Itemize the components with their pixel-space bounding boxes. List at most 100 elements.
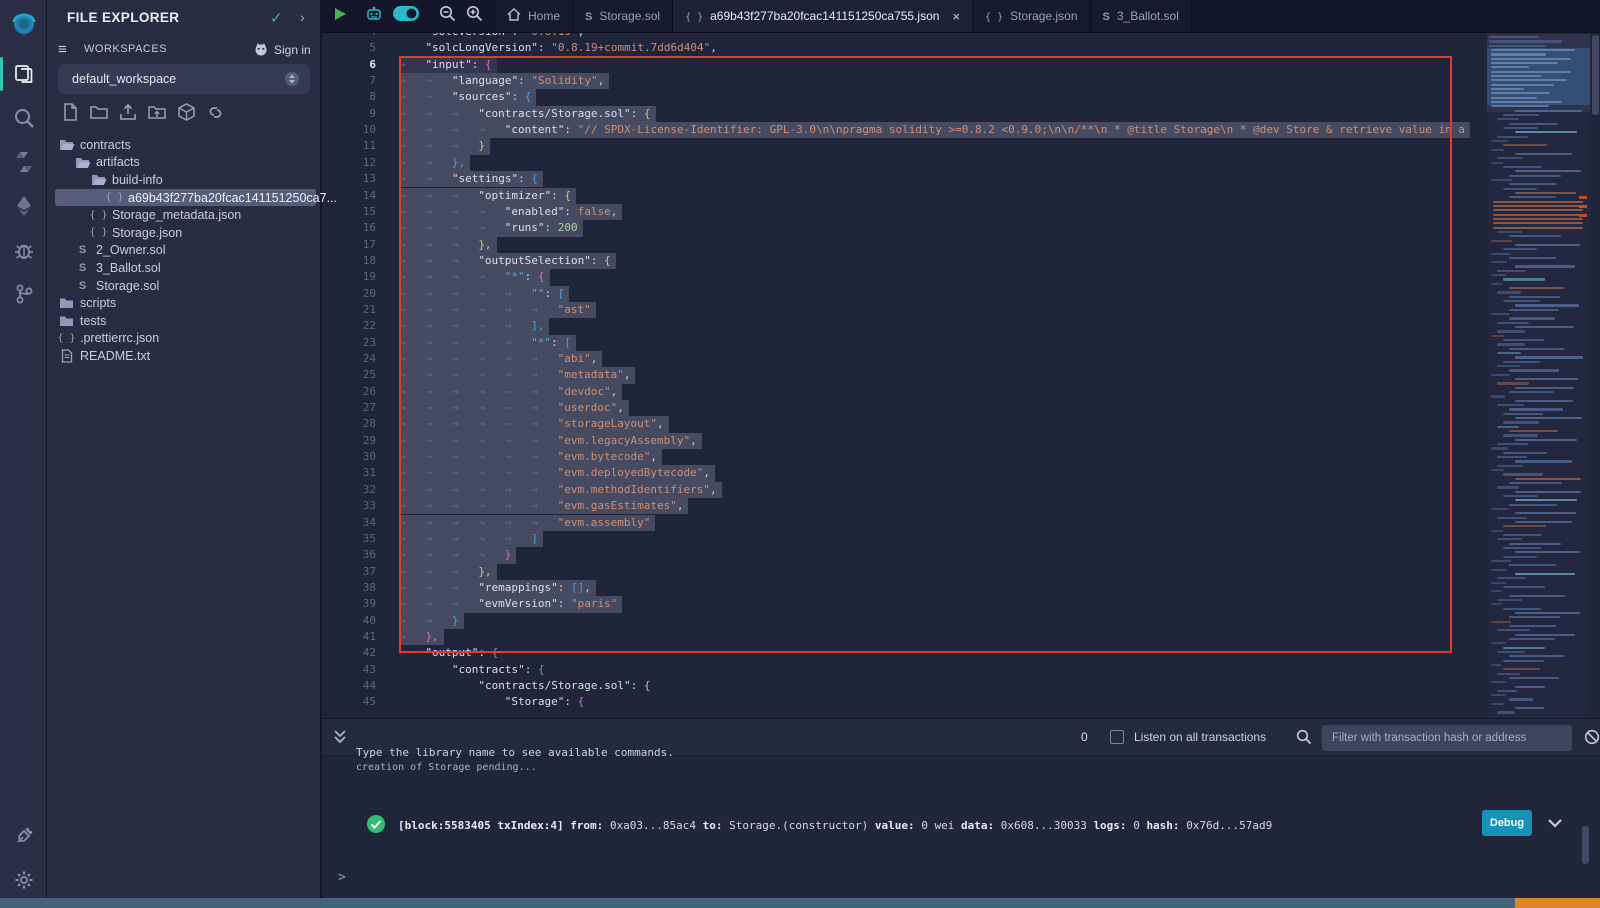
minimap-line: [1491, 261, 1507, 263]
minimap-line: [1497, 456, 1527, 458]
transaction-filter-input[interactable]: [1322, 725, 1572, 751]
minimap-line: [1515, 686, 1545, 688]
link-icon[interactable]: [205, 102, 225, 122]
tab-3-ballot-sol[interactable]: S3_Ballot.sol: [1091, 0, 1192, 32]
tree-item-contracts[interactable]: contracts: [47, 136, 322, 154]
minimap-line: [1497, 577, 1526, 579]
minimap-line: [1515, 244, 1580, 246]
minimap-line: [1497, 343, 1525, 345]
upload-file-icon[interactable]: [118, 102, 138, 122]
line-number: 30: [322, 449, 376, 465]
editor-scrollbar[interactable]: [1592, 35, 1599, 115]
json-icon: { }: [90, 227, 107, 238]
deploy-run-icon[interactable]: [0, 186, 47, 226]
listen-checkbox[interactable]: [1110, 730, 1124, 744]
tree-item-2-owner-sol[interactable]: S2_Owner.sol: [47, 242, 322, 260]
minimap-line: [1497, 443, 1528, 445]
minimap-line: [1515, 478, 1581, 480]
hamburger-icon[interactable]: ≡: [58, 41, 67, 58]
transaction-row[interactable]: [block:5583405 txIndex:4] from: 0xa03...…: [322, 812, 1600, 842]
tree-item-tests[interactable]: tests: [47, 312, 322, 330]
minimap-line: [1515, 304, 1579, 306]
git-icon[interactable]: [0, 274, 47, 314]
code-line-8: →→"sources": {: [399, 89, 1487, 105]
tree-item-3-ballot-sol[interactable]: S3_Ballot.sol: [47, 259, 322, 277]
listen-label[interactable]: Listen on all transactions: [1134, 730, 1266, 744]
tab-a69b43f277ba20fcac141151250ca755-json[interactable]: { }a69b43f277ba20fcac141151250ca755.json…: [673, 0, 973, 32]
minimap[interactable]: [1487, 33, 1590, 718]
line-number: 36: [322, 547, 376, 563]
line-number: 21: [322, 302, 376, 318]
code-line-31: →→→→→→"evm.deployedBytecode",: [399, 465, 1487, 481]
minimap-line: [1515, 512, 1576, 514]
status-alert-badge[interactable]: [1515, 898, 1600, 908]
tree-item-readme-txt[interactable]: README.txt: [47, 347, 322, 365]
tab-home[interactable]: Home: [495, 0, 573, 32]
transaction-count: 0: [1081, 730, 1088, 744]
minimap-line: [1491, 469, 1504, 471]
tree-item-label: Storage_metadata.json: [112, 208, 241, 222]
tree-item-artifacts[interactable]: artifacts: [47, 154, 322, 172]
minimap-line: [1503, 660, 1544, 662]
upload-folder-icon[interactable]: [147, 102, 167, 122]
line-number: 37: [322, 564, 376, 580]
debugger-icon[interactable]: [0, 230, 47, 270]
debug-button[interactable]: Debug: [1482, 810, 1532, 836]
minimap-line: [1491, 530, 1503, 532]
terminal-prompt[interactable]: >: [338, 870, 346, 885]
ai-assistant-icon[interactable]: [365, 5, 383, 28]
minimap-line: [1509, 616, 1560, 618]
minimap-line: [1509, 625, 1556, 627]
minimap-line: [1509, 430, 1558, 432]
run-script-icon[interactable]: [334, 7, 347, 26]
clear-terminal-icon[interactable]: [1584, 729, 1600, 750]
minimap-line: [1515, 612, 1580, 614]
chevron-right-icon[interactable]: ›: [300, 9, 305, 25]
tab-storage-sol[interactable]: SStorage.sol: [573, 0, 673, 32]
minimap-line: [1503, 495, 1538, 497]
solidity-compiler-icon[interactable]: [0, 142, 47, 182]
collapse-terminal-icon[interactable]: [333, 729, 347, 750]
minimap-line: [1509, 183, 1557, 185]
workspace-box-icon[interactable]: [176, 102, 196, 122]
new-folder-icon[interactable]: [89, 102, 109, 122]
code-line-17: →→→},: [399, 237, 1487, 253]
zoom-out-icon[interactable]: [439, 5, 456, 27]
new-file-icon[interactable]: [60, 102, 80, 122]
minimap-line: [1491, 313, 1510, 315]
tree-item-scripts[interactable]: scripts: [47, 294, 322, 312]
settings-icon[interactable]: [0, 860, 47, 900]
code-editor[interactable]: 4567891011121314151617181920212223242526…: [322, 33, 1600, 718]
terminal-scrollbar[interactable]: [1582, 826, 1589, 864]
minimap-line: [1503, 413, 1543, 415]
minimap-line: [1503, 434, 1538, 436]
code-line-4: "solcVersion": "0.8.19",: [399, 33, 1487, 40]
workspace-select[interactable]: default_workspace: [58, 64, 310, 94]
code-line-18: →→→"outputSelection": {: [399, 253, 1487, 269]
tree-item-storage-metadata-json[interactable]: { }Storage_metadata.json: [47, 206, 322, 224]
tree-item-storage-sol[interactable]: SStorage.sol: [47, 277, 322, 295]
ai-toggle-icon[interactable]: [393, 6, 419, 26]
line-number: 23: [322, 335, 376, 351]
code-line-16: →→→→"runs": 200: [399, 220, 1487, 236]
zoom-in-icon[interactable]: [466, 5, 483, 27]
search-icon[interactable]: [0, 98, 47, 138]
line-number: 4: [322, 33, 376, 40]
expand-tx-icon[interactable]: [1546, 814, 1564, 836]
plugin-manager-icon[interactable]: [0, 816, 47, 856]
tree-item-storage-json[interactable]: { }Storage.json: [47, 224, 322, 242]
file-explorer-icon[interactable]: [0, 54, 47, 94]
close-tab-icon[interactable]: ×: [952, 9, 960, 24]
sign-in-button[interactable]: Sign in: [274, 43, 311, 57]
line-number: 5: [322, 40, 376, 56]
remix-logo-icon[interactable]: [0, 6, 47, 46]
tree-item-build-info[interactable]: build-info: [47, 171, 322, 189]
folder-icon: [58, 297, 75, 309]
tree-item--prettierrc-json[interactable]: { }.prettierrc.json: [47, 330, 322, 348]
tx-success-icon: [366, 814, 386, 838]
minimap-line: [1493, 218, 1583, 220]
tab-bar: HomeSStorage.sol{ }a69b43f277ba20fcac141…: [322, 0, 1600, 33]
line-number: 6: [322, 57, 376, 73]
tree-item-a69b43f277ba20fcac141151250ca7-[interactable]: { }a69b43f277ba20fcac141151250ca7...: [55, 189, 316, 207]
tab-storage-json[interactable]: { }Storage.json: [973, 0, 1090, 32]
